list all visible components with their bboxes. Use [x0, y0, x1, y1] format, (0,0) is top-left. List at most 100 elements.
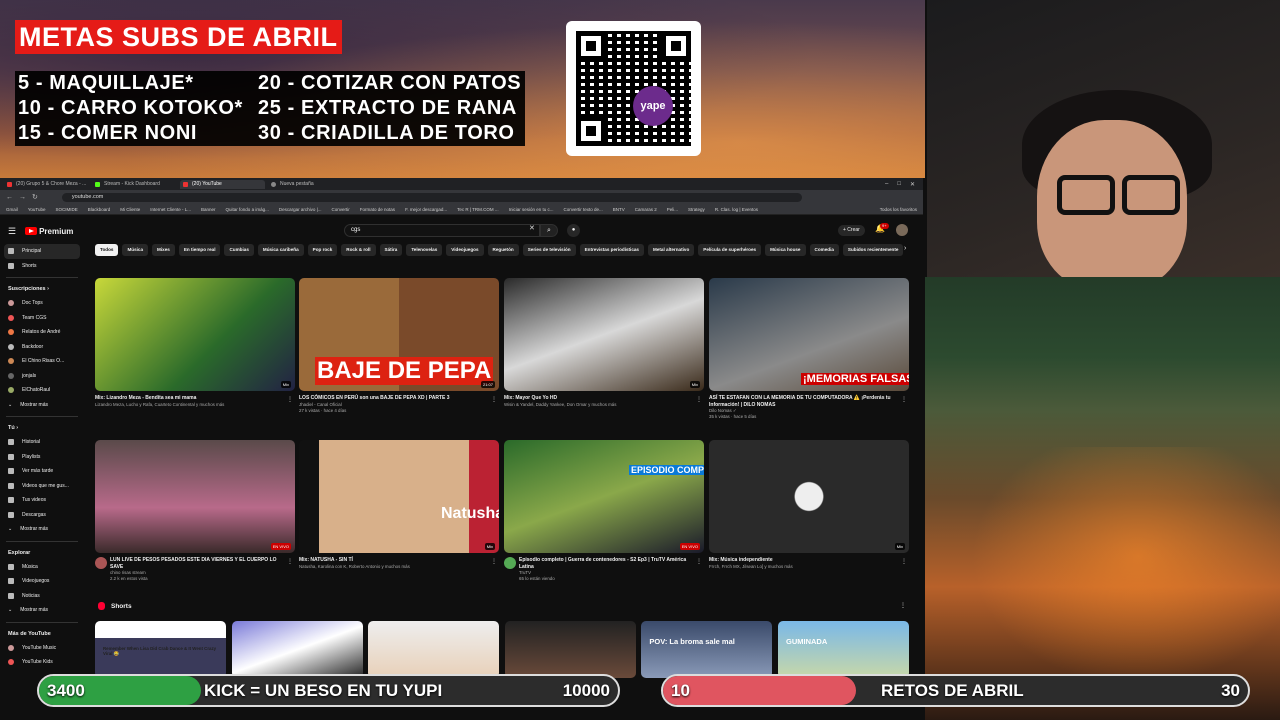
bookmark-item[interactable]: Descargar archivo |... — [279, 207, 322, 212]
short-card[interactable] — [368, 621, 500, 678]
sidebar-item-explore[interactable]: Noticias — [0, 589, 84, 604]
filter-chip[interactable]: Telenovelas — [406, 244, 443, 256]
filter-chip[interactable]: Cumbias — [224, 244, 254, 256]
video-card[interactable]: Mix Mix: Mayor Que Yo HD Wisin & Yandel, D… — [504, 278, 704, 408]
sidebar-item-you[interactable]: Descargas — [0, 508, 84, 523]
filter-chip[interactable]: Música house — [765, 244, 806, 256]
filter-chip[interactable]: Película de superhéroes — [698, 244, 762, 256]
video-card[interactable]: Mix Mix: Lizandro Meza - Bendita sea mi m… — [95, 278, 295, 408]
channel-avatar[interactable] — [95, 557, 107, 569]
sidebar-item-more[interactable]: YouTube Music — [0, 641, 84, 656]
video-thumbnail[interactable]: EPISODIO COMPLETO EN VIVO — [504, 440, 704, 553]
sidebar-item-explore[interactable]: Música — [0, 560, 84, 575]
bookmark-item[interactable]: F. mejor descargad... — [405, 207, 447, 212]
more-options-icon[interactable]: ⋮ — [901, 558, 907, 565]
close-icon[interactable]: ✕ — [910, 181, 915, 188]
more-options-icon[interactable]: ⋮ — [900, 602, 906, 609]
video-title[interactable]: Episodio completo | Guerra de contenedor… — [504, 557, 704, 570]
sidebar-item-subs[interactable]: Doc Tops — [0, 296, 84, 311]
sidebar-item-subs[interactable]: ElChatoRaul — [0, 383, 84, 398]
video-card[interactable]: EPISODIO COMPLETO EN VIVO Episodio complet… — [504, 440, 704, 582]
video-thumbnail[interactable]: EN VIVO — [95, 440, 295, 553]
you-header[interactable]: Tú › — [0, 421, 84, 435]
short-card[interactable]: GUMINADA — [778, 621, 909, 678]
bookmark-item[interactable]: BNTV — [613, 207, 625, 212]
filter-chip[interactable]: Metal alternativo — [648, 244, 695, 256]
youtube-logo[interactable]: Premium — [25, 227, 73, 236]
video-card[interactable]: ¡MEMORIAS FALSAS! AL DESCUBIERTO ASÍ TE E… — [709, 278, 909, 420]
mic-icon[interactable]: ● — [567, 224, 580, 237]
bookmark-item[interactable]: Iniciar sesión en tu c... — [509, 207, 554, 212]
bookmark-item[interactable]: R. Clas. log | Eventos — [715, 207, 758, 212]
short-card[interactable]: Remember When Lisa Did Crab Dance & It W… — [95, 621, 226, 678]
filter-chip[interactable]: En tiempo real — [178, 244, 221, 256]
bookmark-item[interactable]: Mi Cliente — [120, 207, 140, 212]
filter-chip[interactable]: Pop rock — [307, 244, 338, 256]
notifications-icon[interactable]: 🔔 9+ — [875, 223, 889, 233]
channel-avatar[interactable] — [504, 557, 516, 569]
video-channel[interactable]: Natusha, Karolina con K, Roberto Antonio… — [299, 564, 499, 570]
bookmark-item[interactable]: Blackboard — [88, 207, 111, 212]
sidebar-item-you[interactable]: Playlists — [0, 450, 84, 465]
more-options-icon[interactable]: ⋮ — [696, 396, 702, 403]
more-options-icon[interactable]: ⋮ — [696, 558, 702, 565]
filter-chip[interactable]: Sátira — [379, 244, 403, 256]
url-input[interactable]: youtube.com — [61, 192, 802, 202]
bookmark-item[interactable]: SOCIMIDE — [55, 207, 77, 212]
sidebar-item-subs[interactable]: jonjals — [0, 369, 84, 384]
bookmark-item[interactable]: Convertir — [332, 207, 350, 212]
browser-tab[interactable]: Nueva pestaña — [268, 180, 353, 189]
video-thumbnail[interactable]: BAJE DE PEPA 21:07 — [299, 278, 499, 391]
browser-tab[interactable]: (20) Grupo 5 & Chore Meza - ... — [4, 180, 89, 189]
video-thumbnail[interactable]: Mix — [95, 278, 295, 391]
bookmark-item[interactable]: Convertir texto de... — [563, 207, 602, 212]
short-card[interactable] — [231, 621, 363, 678]
bookmark-item[interactable]: Internet Cliente - L... — [150, 207, 191, 212]
sidebar-item-subs[interactable]: El Chino Risas O... — [0, 354, 84, 369]
show-more-explore[interactable]: ⌄ Mostrar más — [0, 603, 84, 618]
sidebar-item-shorts[interactable]: Shorts — [0, 259, 84, 274]
sidebar-item-explore[interactable]: Videojuegos — [0, 574, 84, 589]
video-thumbnail[interactable]: Mix — [504, 278, 704, 391]
video-thumbnail[interactable]: Natusha Mix — [299, 440, 499, 553]
sidebar-item-subs[interactable]: Team CGS — [0, 311, 84, 326]
sidebar-item-you[interactable]: Tus videos — [0, 493, 84, 508]
search-input[interactable]: cgs — [344, 224, 540, 237]
more-options-icon[interactable]: ⋮ — [287, 396, 293, 403]
subscriptions-header[interactable]: Suscripciones › — [0, 282, 84, 296]
filter-chip[interactable]: Rock & roll — [341, 244, 376, 256]
filter-chip[interactable]: Música — [122, 244, 149, 256]
video-title[interactable]: ASÍ TE ESTAFAN CON LA MEMORIA DE TU COMP… — [709, 395, 909, 408]
show-more-subs[interactable]: ⌄ Mostrar más — [0, 398, 84, 413]
filter-chip[interactable]: Reguetón — [487, 244, 519, 256]
chevron-right-icon[interactable]: › — [904, 245, 906, 252]
short-card[interactable]: POV: La broma sale mal — [641, 621, 773, 678]
bookmarks-all[interactable]: Todos los favoritos — [880, 207, 923, 212]
bookmark-item[interactable]: YouTube — [28, 207, 46, 212]
bookmark-item[interactable]: Peli... — [667, 207, 678, 212]
video-title[interactable]: LUN LIVE DE PESOS PESADOS ESTE DIA VIERN… — [95, 557, 295, 570]
sidebar-item-home[interactable]: Principal — [4, 244, 80, 259]
filter-chip[interactable]: Mixes — [152, 244, 175, 256]
bookmark-item[interactable]: Formato de notas — [360, 207, 395, 212]
filter-chip[interactable]: Entrevistas periodísticas — [579, 244, 644, 256]
show-more-you[interactable]: ⌄ Mostrar más — [0, 522, 84, 537]
maximize-icon[interactable]: □ — [897, 181, 901, 188]
bookmark-item[interactable]: Banner — [201, 207, 216, 212]
short-card[interactable] — [504, 621, 636, 678]
filter-chip[interactable]: Series de televisión — [522, 244, 576, 256]
sidebar-item-subs[interactable]: Relatos de André — [0, 325, 84, 340]
video-channel[interactable]: Wisin & Yandel, Daddy Yankee, Don Omar y… — [504, 402, 704, 408]
more-options-icon[interactable]: ⋮ — [901, 396, 907, 403]
back-icon[interactable]: ← — [6, 194, 13, 201]
clear-search-icon[interactable]: ✕ — [529, 224, 535, 232]
video-card[interactable]: BAJE DE PEPA 21:07 LOS CÓMICOS EN PERÚ son… — [299, 278, 499, 414]
browser-tab[interactable]: Stream - Kick Dashboard — [92, 180, 177, 189]
video-card[interactable]: Natusha Mix Mix: NATUSHA - SIN TÍ Natusha, … — [299, 440, 499, 570]
bookmark-item[interactable]: Gmail — [6, 207, 18, 212]
minimize-icon[interactable]: – — [885, 181, 888, 188]
menu-icon[interactable]: ☰ — [8, 226, 16, 237]
reload-icon[interactable]: ↻ — [32, 193, 38, 201]
bookmark-item[interactable]: Strategy — [688, 207, 705, 212]
sidebar-item-you[interactable]: Ver más tarde — [0, 464, 84, 479]
